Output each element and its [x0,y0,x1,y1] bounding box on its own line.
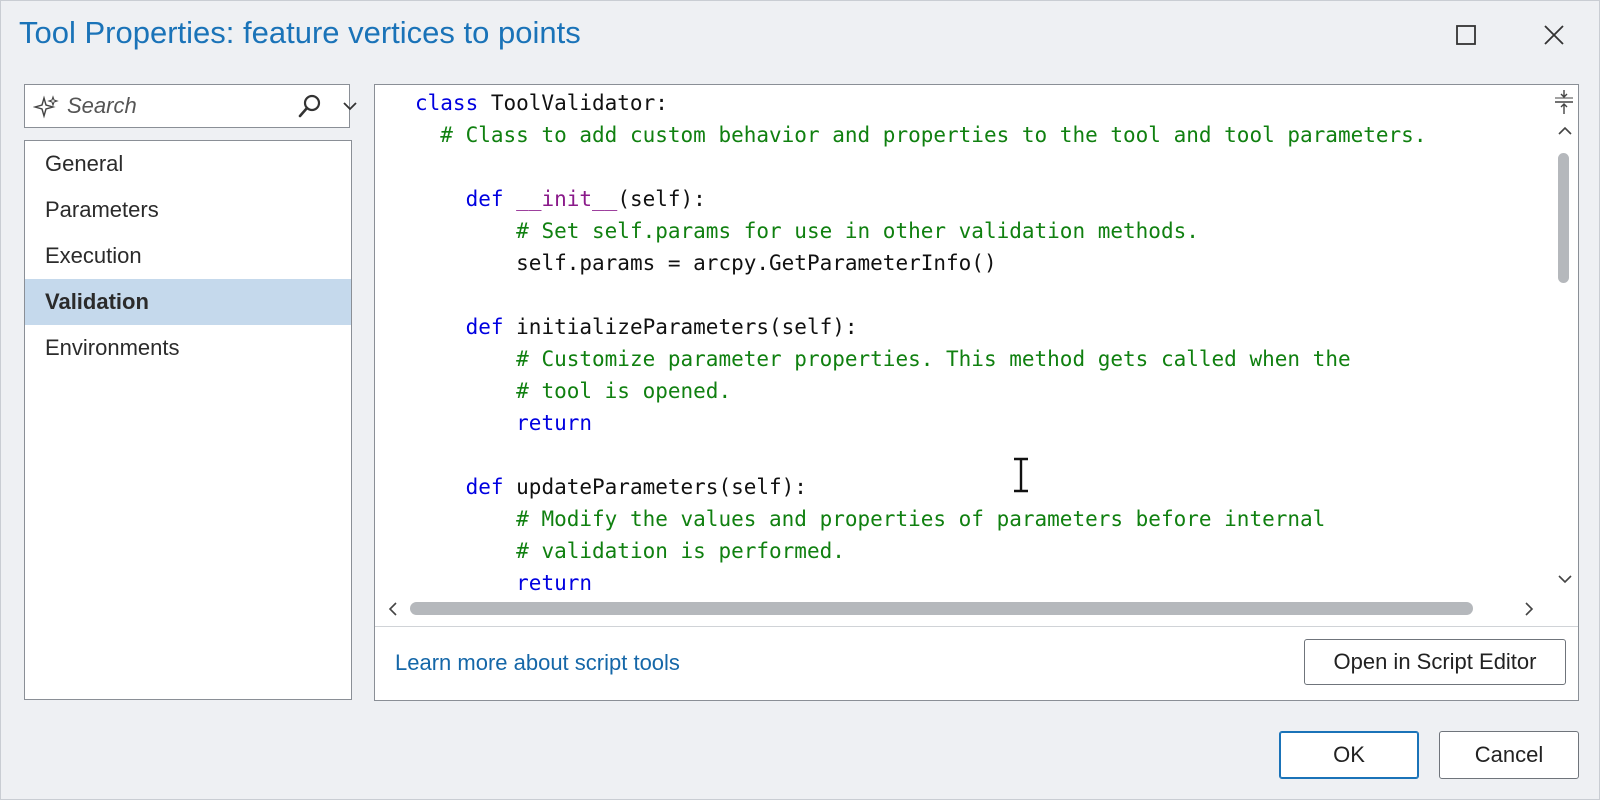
code-token: updateParameters(self): [503,475,807,499]
code-token: class [415,91,479,115]
learn-more-link[interactable]: Learn more about script tools [395,650,680,676]
code-line: def initializeParameters(self): [415,311,1426,343]
cancel-button[interactable]: Cancel [1439,731,1579,779]
scroll-right-icon[interactable] [1523,601,1535,617]
code-token: return [516,571,593,593]
text-cursor-icon [1014,457,1028,493]
panel-divider [375,626,1578,627]
code-token: # tool is opened. [516,379,732,403]
code-token: __init__ [516,187,618,211]
search-icon[interactable] [297,93,323,119]
code-token: def [465,475,504,499]
code-token: (self): [617,187,706,211]
title-bar: Tool Properties: feature vertices to poi… [1,1,1599,65]
code-token: # Customize parameter properties. This m… [516,347,1351,371]
search-input[interactable] [67,91,287,121]
code-token: # Set self.params for use in other valid… [516,219,1199,243]
dialog-title: Tool Properties: feature vertices to poi… [19,15,581,50]
code-line: # Modify the values and properties of pa… [415,503,1426,535]
code-line: self.params = arcpy.GetParameterInfo() [415,247,1426,279]
validation-panel: class ToolValidator: # Class to add cust… [374,84,1579,701]
vertical-scroll-thumb[interactable] [1558,153,1569,283]
sidebar-item-general[interactable]: General [25,141,351,187]
code-line: # tool is opened. [415,375,1426,407]
code-line: # Class to add custom behavior and prope… [415,119,1426,151]
code-token: self.params = arcpy.GetParameterInfo() [516,251,997,275]
scroll-left-icon[interactable] [387,601,399,617]
horizontal-scroll-thumb[interactable] [410,602,1473,615]
code-token: return [516,411,593,435]
sparkle-icon [33,95,59,119]
sidebar-item-parameters[interactable]: Parameters [25,187,351,233]
scroll-up-icon[interactable] [1557,125,1573,137]
close-button[interactable] [1529,13,1579,57]
chevron-down-icon[interactable] [341,97,359,115]
code-text: class ToolValidator: # Class to add cust… [415,87,1426,593]
open-in-script-editor-button[interactable]: Open in Script Editor [1304,639,1566,685]
maximize-icon [1456,25,1476,45]
search-box [24,84,357,128]
ok-button[interactable]: OK [1279,731,1419,779]
code-token: ToolValidator: [478,91,668,115]
code-token: # Class to add custom behavior and prope… [440,123,1427,147]
code-line: return [415,407,1426,439]
code-token: # Modify the values and properties of pa… [516,507,1326,531]
code-line: def updateParameters(self): [415,471,1426,503]
code-token: def [465,187,504,211]
vertical-scrollbar[interactable] [1549,85,1579,593]
split-view-icon[interactable] [1553,89,1575,115]
sidebar-item-environments[interactable]: Environments [25,325,351,371]
code-editor[interactable]: class ToolValidator: # Class to add cust… [375,85,1549,593]
close-icon [1544,25,1564,45]
tool-properties-dialog: Tool Properties: feature vertices to poi… [0,0,1600,800]
code-token: initializeParameters(self): [503,315,858,339]
maximize-button[interactable] [1441,13,1491,57]
code-line: return [415,567,1426,593]
code-line: # validation is performed. [415,535,1426,567]
sidebar-nav: General Parameters Execution Validation … [24,140,352,700]
code-token: def [465,315,504,339]
code-line: class ToolValidator: [415,87,1426,119]
horizontal-scrollbar[interactable] [375,593,1549,623]
code-token: # validation is performed. [516,539,845,563]
sidebar-item-execution[interactable]: Execution [25,233,351,279]
code-line: # Customize parameter properties. This m… [415,343,1426,375]
code-line: # Set self.params for use in other valid… [415,215,1426,247]
code-line: def __init__(self): [415,183,1426,215]
scroll-down-icon[interactable] [1557,573,1573,585]
sidebar-item-validation[interactable]: Validation [25,279,351,325]
